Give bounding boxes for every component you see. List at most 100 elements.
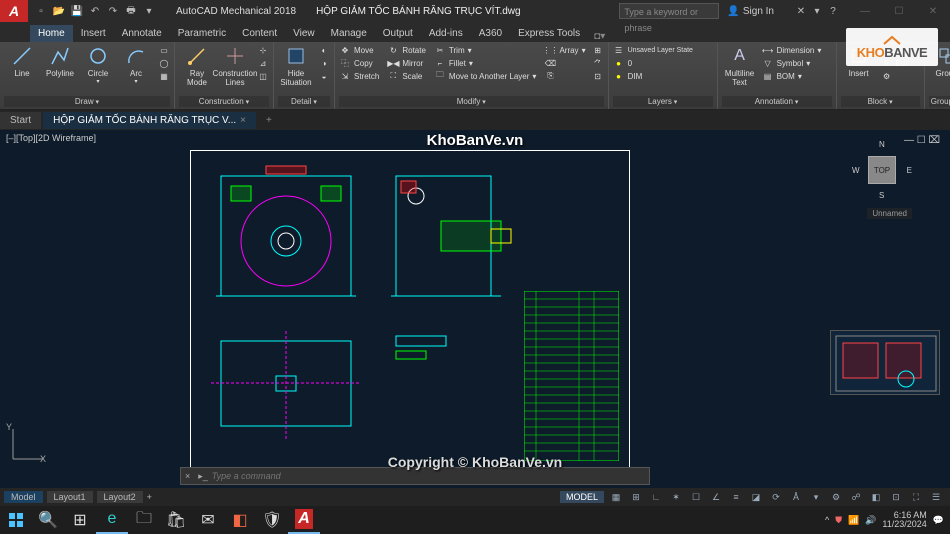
mtext-button[interactable]: AMultiline Text [722,44,758,87]
layer-dropdown[interactable]: ●0 [613,57,713,69]
polyline-button[interactable]: Polyline [42,44,78,85]
exchange-icon[interactable]: ✕ [794,4,808,18]
doc-tab-start[interactable]: Start [0,112,41,129]
line-button[interactable]: Line [4,44,40,85]
panel-label-construction[interactable]: Construction [179,96,269,107]
status-ws-icon[interactable]: ⚙ [828,490,844,504]
rotate-button[interactable]: ↻Rotate [387,44,426,56]
pe-button[interactable]: ⌫ [544,57,585,69]
tab-a360[interactable]: A360 [471,25,510,42]
fillet-button[interactable]: ⌐Fillet▾ [434,57,537,69]
command-input[interactable] [212,471,649,481]
dimension-button[interactable]: ⟷Dimension▾ [762,44,832,56]
mtal-button[interactable]: 🗀Move to Another Layer▾ [434,70,537,82]
pc-button[interactable]: ⎘ [544,70,585,82]
panel-label-groups[interactable]: Groups [929,96,950,107]
trim-button[interactable]: ✂Trim▾ [434,44,537,56]
viewcube-top[interactable]: TOP [868,156,896,184]
drawing-canvas[interactable]: [–][Top][2D Wireframe] KhoBanVe.vn — ☐ ⌧… [0,130,950,488]
qat-save-icon[interactable]: 💾 [70,4,84,18]
tab-close-icon[interactable]: × [240,115,246,126]
status-lweight-icon[interactable]: ≡ [728,490,744,504]
arc-button[interactable]: Arc▾ [118,44,154,85]
layout-tab-add[interactable]: + [147,492,152,502]
panel-label-layers[interactable]: Layers [613,96,713,107]
minimize-button[interactable]: — [848,0,882,22]
viewport-label[interactable]: [–][Top][2D Wireframe] [6,133,96,143]
status-trans-icon[interactable]: ◪ [748,490,764,504]
status-clean-icon[interactable]: ⛶ [908,490,924,504]
ellipse-button[interactable]: ◯ [158,57,170,69]
construction-lines-button[interactable]: Construction Lines [217,44,253,87]
close-button[interactable]: ✕ [916,0,950,22]
scale-button[interactable]: ⛶Scale [387,70,426,82]
status-anno-icon[interactable]: Å [788,490,804,504]
layout-tab-2[interactable]: Layout2 [97,491,143,503]
status-model-button[interactable]: MODEL [560,491,604,503]
status-grid-icon[interactable]: ▦ [608,490,624,504]
taskbar-office-icon[interactable]: ◧ [224,506,256,534]
autocad-logo[interactable]: A [0,0,28,22]
taskbar-security-icon[interactable]: 🛡 [256,506,288,534]
sign-in-button[interactable]: 👤 Sign In [727,6,774,17]
qat-open-icon[interactable]: 📂 [52,4,66,18]
cmd-close-icon[interactable]: × [181,471,194,481]
taskbar-store-icon[interactable]: 🛍 [160,506,192,534]
status-monitor-icon[interactable]: ☍ [848,490,864,504]
taskbar-mail-icon[interactable]: ✉ [192,506,224,534]
panel-label-modify[interactable]: Modify [339,96,604,107]
hide-situation-button[interactable]: Hide Situation [278,44,314,87]
qat-more-icon[interactable]: ▾ [142,4,156,18]
tab-content[interactable]: Content [234,25,285,42]
help-icon[interactable]: ▾ [810,4,824,18]
tray-shield-icon[interactable]: ⛊ [835,515,842,526]
qat-undo-icon[interactable]: ↶ [88,4,102,18]
c1-button[interactable]: ⊹ [257,44,269,56]
array-button[interactable]: ⋮⋮Array▾ [544,44,585,56]
tray-clock[interactable]: 6:16 AM11/23/2024 [882,511,926,529]
symbol-button[interactable]: ▽Symbol▾ [762,57,832,69]
taskbar-search-icon[interactable]: 🔍 [32,506,64,534]
tab-addins[interactable]: Add-ins [421,25,471,42]
ucs-icon[interactable]: Y X [8,424,48,464]
m3-button[interactable]: ⊡ [592,70,604,82]
view-cube[interactable]: N S E W TOP [854,142,910,198]
maximize-button[interactable]: ☐ [882,0,916,22]
status-cycle-icon[interactable]: ⟳ [768,490,784,504]
doc-tab-file[interactable]: HỘP GIẢM TỐC BÁNH RĂNG TRỤC V...× [43,112,256,129]
b3-button[interactable]: ⚙ [881,70,920,82]
mirror-button[interactable]: ▶◀Mirror [387,57,426,69]
help2-icon[interactable]: ? [826,4,840,18]
taskbar-autocad-icon[interactable]: A [288,506,320,534]
move-button[interactable]: ✥Move [339,44,379,56]
d1-button[interactable]: ◐ [318,44,330,56]
d3-button[interactable]: ◒ [318,70,330,82]
ray-mode-button[interactable]: Ray Mode [179,44,215,87]
d2-button[interactable]: ◑ [318,57,330,69]
status-iso-icon[interactable]: ◧ [868,490,884,504]
layout-tab-model[interactable]: Model [4,491,43,503]
status-hw-icon[interactable]: ⊡ [888,490,904,504]
m1-button[interactable]: ⊞ [592,44,604,56]
start-button[interactable] [0,506,32,534]
tab-output[interactable]: Output [375,25,421,42]
tab-home[interactable]: Home [30,25,73,42]
qat-print-icon[interactable]: 🖶 [124,4,138,18]
panel-label-detail[interactable]: Detail [278,96,330,107]
tab-parametric[interactable]: Parametric [170,25,234,42]
panel-label-annotation[interactable]: Annotation [722,96,832,107]
copy-button[interactable]: ⿻Copy [339,57,379,69]
qat-new-icon[interactable]: ▫ [34,4,48,18]
panel-label-block[interactable]: Block [841,96,920,107]
tray-sound-icon[interactable]: 🔊 [865,515,876,526]
tray-notifications-icon[interactable]: 💬 [933,515,944,526]
c2-button[interactable]: ⊿ [257,57,269,69]
status-scale-icon[interactable]: ▾ [808,490,824,504]
layer-dim-dropdown[interactable]: ●DIM [613,70,713,82]
status-osnap-icon[interactable]: ☐ [688,490,704,504]
status-custom-icon[interactable]: ☰ [928,490,944,504]
qat-redo-icon[interactable]: ↷ [106,4,120,18]
status-polar-icon[interactable]: ✶ [668,490,684,504]
tab-express[interactable]: Express Tools [510,25,588,42]
status-ortho-icon[interactable]: ∟ [648,490,664,504]
